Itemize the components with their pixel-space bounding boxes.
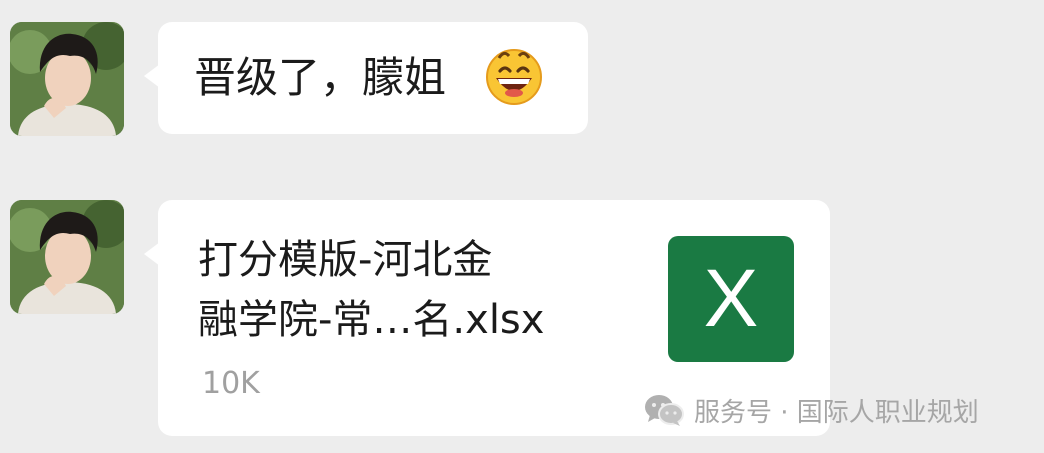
excel-icon-letter: X bbox=[703, 253, 759, 344]
excel-icon: X bbox=[668, 236, 794, 362]
watermark: 服务号 · 国际人职业规划 bbox=[644, 392, 979, 428]
grinning-face-emoji-icon bbox=[486, 49, 542, 105]
sender-avatar[interactable] bbox=[10, 22, 124, 136]
sender-avatar[interactable] bbox=[10, 200, 124, 314]
watermark-text: 服务号 · 国际人职业规划 bbox=[694, 397, 979, 428]
file-name-line: 融学院-常…名.xlsx bbox=[198, 297, 545, 343]
message-bubble-text[interactable]: 晋级了，朦姐 bbox=[144, 22, 588, 134]
wechat-icon bbox=[645, 395, 684, 426]
chat-area: 晋级了，朦姐 打分模版-河北金 融学院-常…名.xlsx 10K X 服务号 ·… bbox=[0, 0, 1044, 453]
file-name: 打分模版-河北金 融学院-常…名.xlsx bbox=[198, 230, 598, 350]
file-name-line: 打分模版-河北金 bbox=[198, 237, 493, 283]
message-text: 晋级了，朦姐 bbox=[194, 53, 447, 102]
file-size: 10K bbox=[202, 366, 260, 401]
